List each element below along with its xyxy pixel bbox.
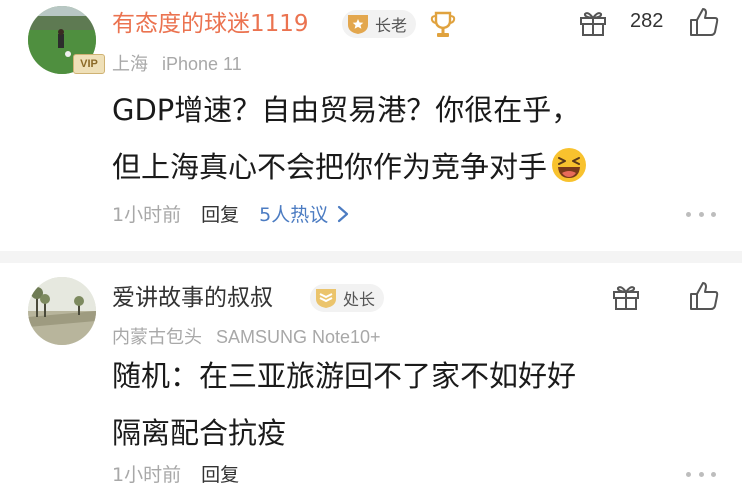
more-icon[interactable]: [686, 210, 716, 218]
shield-badge-icon: [348, 15, 368, 34]
comment-content: GDP增速？自由贸易港？你很在乎， 但上海真心不会把你作为竞争对手: [112, 82, 712, 196]
divider: [0, 251, 742, 263]
comment-footer: 1小时前 回复: [112, 460, 259, 487]
avatar[interactable]: [28, 277, 96, 345]
chevron-right-icon: [338, 205, 349, 222]
hot-replies-label: 5人热议: [259, 204, 329, 226]
user-meta: 上海 iPhone 11: [112, 50, 242, 76]
comment-content: 随机：在三亚旅游回不了家不如好好 隔离配合抗疫: [112, 348, 712, 462]
level-label: 处长: [343, 290, 376, 309]
location: 内蒙古包头: [112, 327, 202, 347]
device: SAMSUNG Note10+: [216, 327, 381, 347]
level-label: 长老: [375, 16, 408, 35]
like-icon[interactable]: [688, 6, 720, 38]
comment-footer: 1小时前 回复 5人热议: [112, 200, 350, 227]
reply-button[interactable]: 回复: [201, 460, 239, 487]
comment-line: 但上海真心不会把你作为竞争对手: [112, 150, 548, 184]
comment-line: 随机：在三亚旅游回不了家不如好好: [112, 359, 577, 393]
level-badge: 处长: [310, 284, 385, 312]
more-icon[interactable]: [686, 470, 716, 478]
shield-badge-icon: [316, 289, 336, 308]
device: iPhone 11: [162, 54, 242, 74]
user-meta: 内蒙古包头 SAMSUNG Note10+: [112, 323, 381, 349]
username[interactable]: 有态度的球迷1119: [112, 10, 309, 38]
like-count: 282: [630, 10, 664, 32]
like-icon[interactable]: [688, 280, 720, 312]
laughing-emoji: [552, 148, 587, 182]
avatar-image: [28, 277, 96, 345]
comment-line-with-emoji: 但上海真心不会把你作为竞争对手: [112, 139, 712, 196]
trophy-icon: [430, 11, 456, 37]
timestamp: 1小时前: [112, 204, 182, 226]
gift-icon[interactable]: [578, 8, 608, 38]
comment-line: 隔离配合抗疫: [112, 416, 287, 450]
level-badge: 长老: [342, 10, 417, 38]
comment-item: 爱讲故事的叔叔 处长 内蒙古包头 SAMSUNG Note10+ 随机：在三亚旅游…: [0, 264, 742, 501]
comment-item: VIP 有态度的球迷1119 长老 上海 iPhone 11 282 GDP增速？…: [0, 0, 742, 250]
gift-icon[interactable]: [611, 282, 641, 312]
hot-replies-link[interactable]: 5人热议: [259, 200, 350, 227]
timestamp: 1小时前: [112, 464, 182, 486]
username[interactable]: 爱讲故事的叔叔: [112, 284, 273, 312]
location: 上海: [112, 54, 148, 74]
comment-line: GDP增速？自由贸易港？你很在乎，: [112, 93, 581, 127]
reply-button[interactable]: 回复: [201, 200, 239, 227]
vip-badge: VIP: [73, 54, 105, 74]
